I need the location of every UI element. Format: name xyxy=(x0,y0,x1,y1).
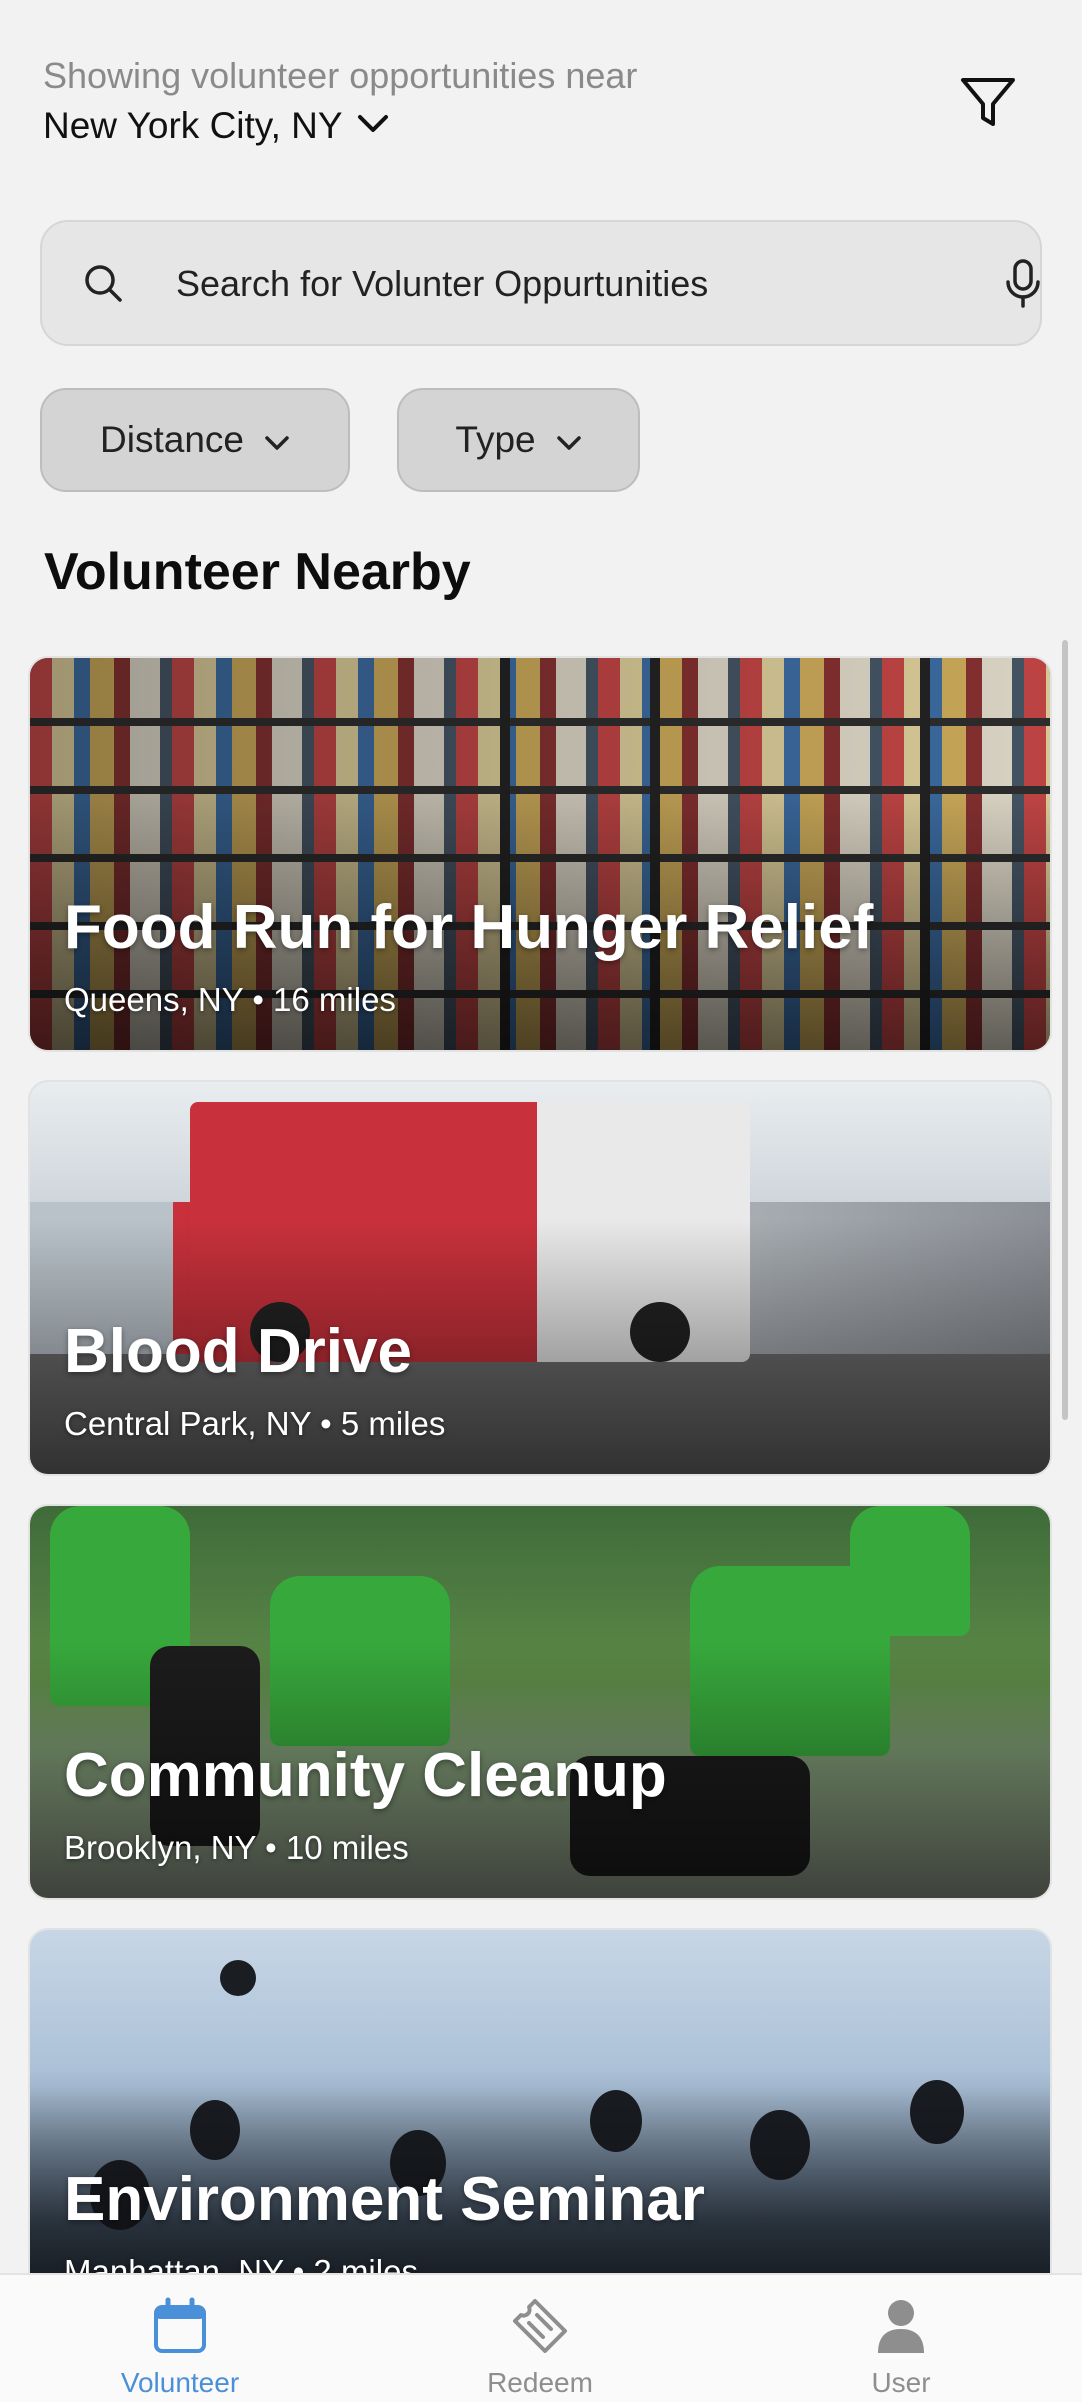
card-title: Community Cleanup xyxy=(64,1741,667,1810)
bottom-tab-bar: Volunteer Redeem User xyxy=(0,2273,1082,2402)
chevron-down-icon xyxy=(556,419,582,461)
opportunity-list[interactable]: Food Run for Hunger Relief Queens, NY • … xyxy=(28,656,1052,2273)
chevron-down-icon xyxy=(357,113,389,140)
tab-redeem[interactable]: Redeem xyxy=(420,2275,660,2402)
tab-user[interactable]: User xyxy=(781,2275,1021,2402)
distance-filter-chip[interactable]: Distance xyxy=(40,388,350,492)
person-icon xyxy=(874,2275,928,2360)
distance-filter-label: Distance xyxy=(100,419,244,460)
filter-button[interactable] xyxy=(955,72,1021,138)
type-filter-chip[interactable]: Type xyxy=(397,388,640,492)
chevron-down-icon xyxy=(264,419,290,461)
location-subtitle: Showing volunteer opportunities near xyxy=(43,55,638,96)
opportunity-card-blood-drive[interactable]: Blood Drive Central Park, NY • 5 miles xyxy=(28,1080,1052,1476)
tab-label: Volunteer xyxy=(120,2367,240,2398)
ticket-icon xyxy=(511,2275,569,2360)
card-location-distance: Manhattan, NY • 2 miles xyxy=(64,2253,418,2273)
section-title: Volunteer Nearby xyxy=(44,543,471,601)
search-input[interactable] xyxy=(176,252,976,316)
card-title: Blood Drive xyxy=(64,1317,412,1386)
card-location-distance: Brooklyn, NY • 10 miles xyxy=(64,1829,409,1866)
calendar-icon xyxy=(152,2275,208,2360)
opportunity-card-community-cleanup[interactable]: Community Cleanup Brooklyn, NY • 10 mile… xyxy=(28,1504,1052,1900)
location-header: Showing volunteer opportunities near New… xyxy=(43,52,1043,150)
opportunity-card-environment-seminar[interactable]: Environment Seminar Manhattan, NY • 2 mi… xyxy=(28,1928,1052,2273)
microphone-icon[interactable] xyxy=(1000,258,1046,310)
card-location-distance: Central Park, NY • 5 miles xyxy=(64,1405,446,1442)
list-scrollbar[interactable] xyxy=(1062,640,1068,1420)
type-filter-label: Type xyxy=(455,419,536,460)
tab-volunteer[interactable]: Volunteer xyxy=(60,2275,300,2402)
card-title: Environment Seminar xyxy=(64,2165,705,2234)
card-location-distance: Queens, NY • 16 miles xyxy=(64,981,396,1018)
tab-label: User xyxy=(871,2367,931,2398)
opportunity-card-food-run[interactable]: Food Run for Hunger Relief Queens, NY • … xyxy=(28,656,1052,1052)
card-title: Food Run for Hunger Relief xyxy=(64,893,874,962)
search-icon xyxy=(82,262,124,304)
search-bar xyxy=(40,220,1042,346)
location-selector[interactable]: New York City, NY xyxy=(43,102,1043,150)
tab-label: Redeem xyxy=(487,2367,593,2398)
location-label: New York City, NY xyxy=(43,105,343,146)
filter-icon xyxy=(959,74,1017,137)
